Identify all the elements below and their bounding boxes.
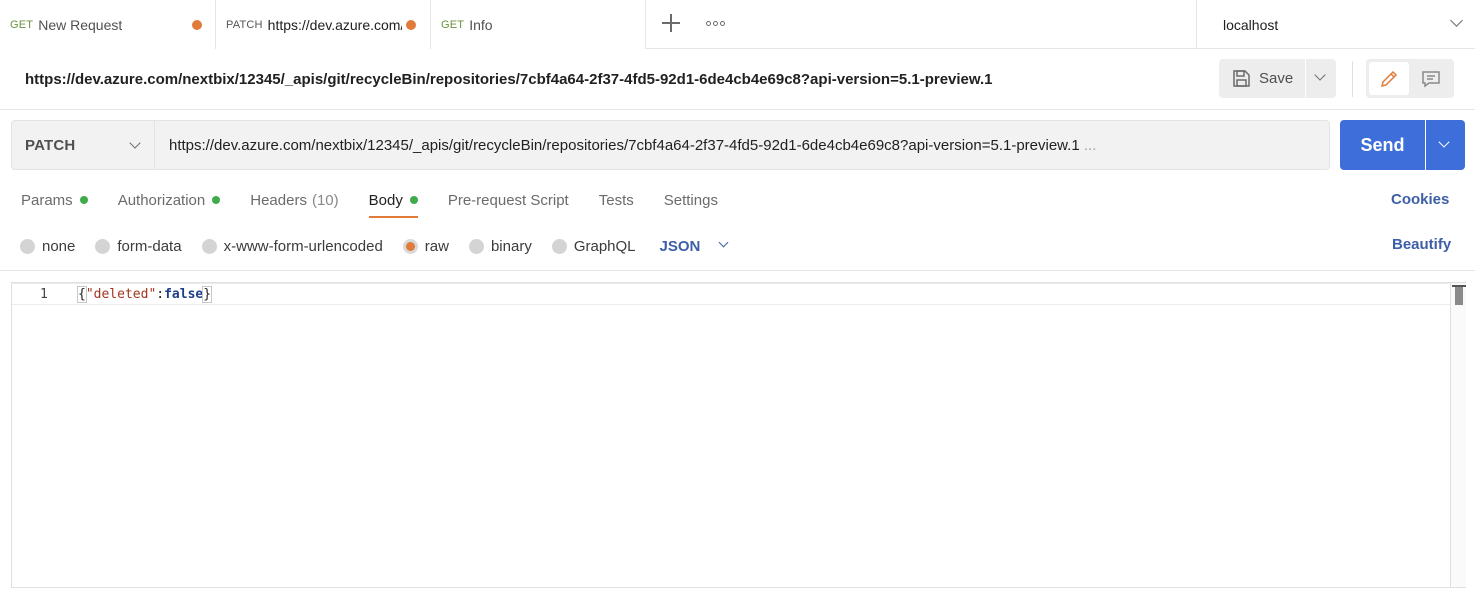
request-tab-bar: GET New Request PATCH https://dev.azure.…: [0, 0, 1475, 49]
radio-circle: [468, 238, 484, 254]
tab-authorization[interactable]: Authorization: [118, 188, 221, 212]
request-title[interactable]: https://dev.azure.com/nextbix/12345/_api…: [25, 71, 993, 88]
tab-label: Settings: [663, 191, 718, 209]
language-label: JSON: [659, 237, 701, 255]
radio-circle: [551, 238, 567, 254]
tab-headers[interactable]: Headers (10): [250, 188, 338, 212]
tab-new-request[interactable]: GET New Request: [0, 0, 216, 49]
code-brace-open: {: [77, 286, 87, 303]
edit-mode-button[interactable]: [1369, 62, 1409, 95]
code-colon: :: [156, 287, 165, 302]
divider: [0, 270, 1475, 271]
tab-params[interactable]: Params: [21, 188, 88, 212]
radio-label: form-data: [117, 237, 182, 255]
code-brace-close: }: [202, 286, 213, 303]
tab-label: Body: [368, 191, 403, 209]
request-title-row: https://dev.azure.com/nextbix/12345/_api…: [0, 49, 1475, 110]
url-input[interactable]: https://dev.azure.com/nextbix/12345/_api…: [155, 120, 1330, 170]
environment-select[interactable]: localhost: [1196, 0, 1475, 49]
comment-icon: [1422, 70, 1440, 87]
active-line-highlight: [12, 283, 1450, 305]
chevron-down-icon: [1438, 136, 1450, 148]
body-language-select[interactable]: JSON: [659, 237, 740, 255]
beautify-link[interactable]: Beautify: [1392, 236, 1451, 253]
pencil-icon: [1380, 70, 1398, 87]
radio-circle: [201, 238, 217, 254]
radio-label: x-www-form-urlencoded: [223, 237, 383, 255]
radio-circle: [20, 238, 35, 254]
send-dropdown-button[interactable]: [1426, 120, 1465, 170]
request-subtabs: Params Authorization Headers (10) Body P…: [21, 188, 748, 218]
tab-method: GET: [10, 18, 34, 31]
environment-label: localhost: [1223, 16, 1279, 33]
indicator-dot: [79, 196, 88, 204]
radio-graphql[interactable]: GraphQL: [551, 237, 636, 255]
body-mode-options: none form-data x-www-form-urlencoded raw…: [20, 235, 740, 257]
cookies-link[interactable]: Cookies: [1391, 191, 1449, 208]
method-label: PATCH: [25, 137, 76, 154]
radio-label: none: [42, 237, 76, 255]
radio-none[interactable]: none: [20, 238, 75, 255]
url-value: https://dev.azure.com/nextbix/12345/_api…: [169, 137, 1080, 154]
tab-info[interactable]: GET Info: [431, 0, 646, 49]
url-overflow: ...: [1083, 137, 1097, 154]
save-dropdown-button[interactable]: [1306, 59, 1336, 98]
chevron-down-icon: [1450, 14, 1463, 27]
send-button[interactable]: Send: [1340, 120, 1425, 170]
unsaved-dot: [192, 20, 202, 30]
radio-label: binary: [490, 237, 532, 255]
save-button[interactable]: Save: [1219, 59, 1305, 98]
tab-label: Pre-request Script: [447, 191, 569, 209]
line-number: 1: [40, 287, 48, 302]
tab-method: GET: [441, 18, 465, 31]
code-key: "deleted": [85, 287, 157, 302]
tab-patch-request[interactable]: PATCH https://dev.azure.com/nextbix/1234…: [216, 0, 431, 49]
tab-label: Params: [21, 191, 73, 209]
radio-circle: [95, 238, 111, 254]
view-mode-toggle: [1366, 59, 1454, 98]
code-line[interactable]: {"deleted":false}: [77, 286, 213, 303]
radio-circle: [402, 238, 418, 254]
tab-method: PATCH: [226, 18, 263, 31]
indicator-dot: [409, 196, 418, 204]
tab-label: Tests: [598, 191, 634, 209]
indicator-dot: [212, 196, 221, 204]
tab-label: Headers: [250, 191, 307, 209]
chevron-down-icon: [718, 237, 728, 247]
tab-name: New Request: [38, 16, 123, 33]
tab-pre-request-script[interactable]: Pre-request Script: [448, 188, 569, 212]
chevron-down-icon: [129, 137, 141, 149]
tab-settings[interactable]: Settings: [664, 188, 718, 212]
body-code-editor[interactable]: 1 {"deleted":false}: [11, 282, 1466, 588]
divider: [1352, 61, 1353, 97]
radio-binary[interactable]: binary: [468, 237, 532, 255]
radio-form-data[interactable]: form-data: [95, 237, 182, 255]
send-label: Send: [1360, 134, 1405, 155]
tab-tests[interactable]: Tests: [599, 188, 634, 212]
chevron-down-icon: [1314, 69, 1326, 81]
more-icon[interactable]: [706, 18, 728, 28]
unsaved-dot: [406, 20, 416, 30]
tab-name: https://dev.azure.com/nextbix/12345/_api…: [267, 16, 402, 33]
method-select[interactable]: PATCH: [11, 120, 155, 170]
radio-raw[interactable]: raw: [402, 237, 449, 255]
tab-body[interactable]: Body: [368, 188, 419, 218]
scrollbar-thumb[interactable]: [1452, 285, 1466, 305]
editor-scrollbar[interactable]: [1450, 283, 1466, 587]
code-value: false: [164, 287, 204, 302]
save-label: Save: [1259, 70, 1294, 87]
radio-label: GraphQL: [573, 237, 636, 255]
tab-label: Authorization: [117, 191, 206, 209]
headers-count: (10): [311, 191, 339, 209]
tab-name: Info: [469, 16, 493, 33]
radio-x-www-form-urlencoded[interactable]: x-www-form-urlencoded: [201, 237, 383, 255]
plus-icon[interactable]: [660, 12, 682, 34]
radio-label: raw: [424, 237, 449, 255]
comments-mode-button[interactable]: [1411, 62, 1451, 95]
save-icon: [1233, 70, 1250, 87]
